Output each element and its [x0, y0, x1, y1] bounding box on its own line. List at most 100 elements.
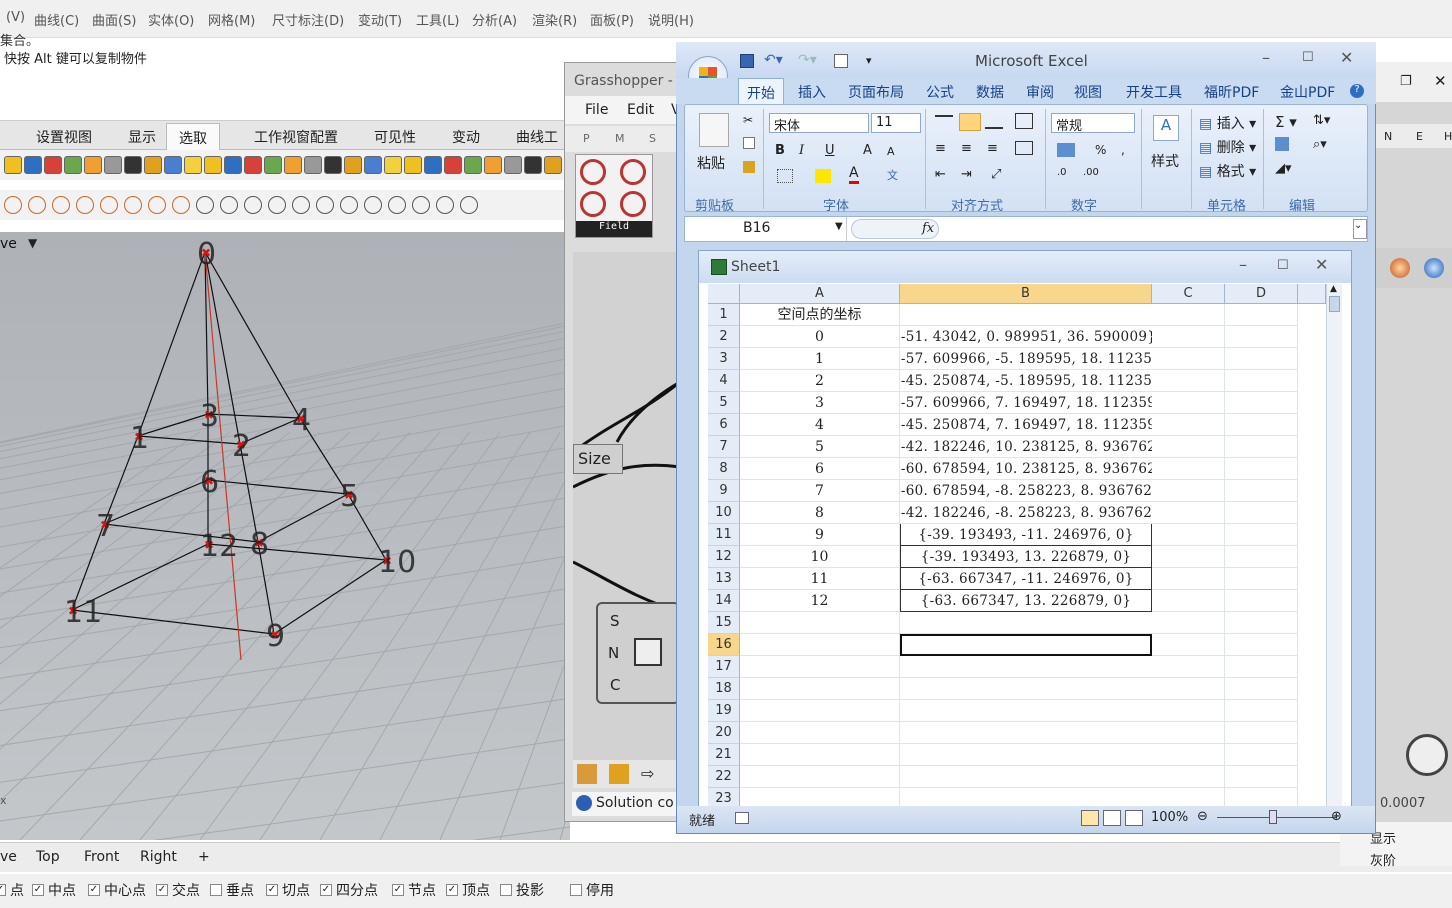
cell-c[interactable] [1152, 788, 1225, 806]
cell-c[interactable] [1152, 392, 1225, 414]
close-icon[interactable]: ✕ [1340, 48, 1353, 67]
cell-a[interactable] [740, 766, 900, 788]
cell-b[interactable]: {-39. 193493, -11. 246976, 0} [900, 524, 1152, 546]
sphere-icon[interactable] [1424, 258, 1444, 278]
toolbar-tool-icon[interactable] [444, 156, 462, 174]
row-header[interactable]: 10 [708, 502, 740, 524]
cell-c[interactable] [1152, 370, 1225, 392]
row-header[interactable]: 19 [708, 700, 740, 722]
row-header[interactable]: 7 [708, 436, 740, 458]
sphere-icon[interactable] [1390, 258, 1410, 278]
cell-a[interactable] [740, 700, 900, 722]
cell-d[interactable] [1225, 546, 1298, 568]
merge-center-icon[interactable] [1015, 141, 1033, 155]
normal-view-icon[interactable] [1081, 810, 1099, 826]
toolbar-tool-icon[interactable] [364, 196, 382, 214]
gh-input-s[interactable]: S [610, 612, 620, 630]
minimize-icon[interactable]: – [1262, 48, 1270, 67]
osnap-checkbox[interactable] [210, 884, 222, 896]
toolbar-tool-icon[interactable] [384, 156, 402, 174]
cell-a[interactable]: 12 [740, 590, 900, 612]
paste-button[interactable]: 粘贴 [697, 153, 725, 173]
rhino-menu-item[interactable]: 尺寸标注(D) [272, 10, 344, 29]
select-all-corner[interactable] [708, 284, 740, 304]
scroll-up-icon[interactable]: ▲ [1330, 284, 1337, 294]
gh-component[interactable]: S N C [596, 602, 680, 704]
toolbar-tool-icon[interactable] [244, 196, 262, 214]
rhino-menu-item[interactable]: 曲线(C) [34, 10, 79, 29]
align-bottom-icon[interactable] [985, 115, 1003, 129]
rhino-menu-item[interactable]: 渲染(R) [532, 10, 577, 29]
ribbon-tab[interactable]: 福昕PDF [1204, 82, 1259, 102]
viewport-tab[interactable]: Right [140, 849, 177, 865]
toolbar-tool-icon[interactable] [464, 156, 482, 174]
copy-icon[interactable] [743, 137, 755, 149]
osnap-checkbox[interactable]: ✓ [0, 884, 6, 896]
rhino-menu-item[interactable]: 网格(M) [208, 10, 255, 29]
sheet-close-icon[interactable]: ✕ [1315, 255, 1328, 274]
delete-cells-button[interactable]: ▤ 删除 ▾ [1199, 137, 1256, 157]
toolbar-tool-icon[interactable] [404, 156, 422, 174]
gh-input-n[interactable]: N [608, 644, 619, 662]
field-icon[interactable] [620, 159, 646, 185]
toolbar-tool-icon[interactable] [164, 156, 182, 174]
gh-box-icon[interactable] [577, 764, 597, 784]
rhino-menu-item[interactable]: 实体(O) [148, 10, 194, 29]
row-header[interactable]: 15 [708, 612, 740, 634]
align-center-icon[interactable]: ≡ [961, 141, 972, 156]
toolbar-tool-icon[interactable] [344, 156, 362, 174]
toolbar-tool-icon[interactable] [324, 156, 342, 174]
cell-a[interactable]: 5 [740, 436, 900, 458]
align-top-icon[interactable] [935, 115, 953, 129]
rhino-tab[interactable]: 显示 [128, 127, 156, 147]
toolbar-tool-icon[interactable] [196, 196, 214, 214]
osnap-toggle[interactable]: ✓ 中心点 [88, 880, 146, 900]
bold-icon[interactable]: B [775, 143, 785, 158]
rhino-menu-item[interactable]: 变动(T) [358, 10, 402, 29]
cell-b[interactable] [900, 612, 1152, 634]
cell-b[interactable]: {-60. 678594, 10. 238125, 8. 936762} [900, 458, 1152, 480]
cell-a[interactable] [740, 634, 900, 656]
cell-d[interactable] [1225, 392, 1298, 414]
osnap-checkbox[interactable]: ✓ [446, 884, 458, 896]
viewport-dropdown-icon[interactable]: ▼ [28, 236, 37, 250]
field-icon[interactable] [620, 191, 646, 217]
vertical-scrollbar[interactable]: ▲ [1326, 284, 1342, 806]
cell-c[interactable] [1152, 634, 1225, 656]
osnap-toggle[interactable]: ✓ 顶点 [446, 880, 490, 900]
cell-b[interactable] [900, 656, 1152, 678]
toolbar-tool-icon[interactable] [84, 156, 102, 174]
osnap-checkbox[interactable]: ✓ [266, 884, 278, 896]
decrease-decimal-icon[interactable]: .00 [1083, 167, 1099, 178]
osnap-toggle[interactable]: 投影 [500, 880, 544, 900]
cell-a[interactable]: 3 [740, 392, 900, 414]
toolbar-tool-icon[interactable] [388, 196, 406, 214]
cell-b[interactable]: {-39. 193493, 13. 226879, 0} [900, 546, 1152, 568]
cell-c[interactable] [1152, 744, 1225, 766]
toolbar-tool-icon[interactable] [340, 196, 358, 214]
gh-graph-icon[interactable] [609, 764, 629, 784]
osnap-checkbox[interactable] [500, 884, 512, 896]
font-color-icon[interactable]: A [849, 165, 859, 184]
toolbar-tool-icon[interactable] [460, 196, 478, 214]
zoom-slider-thumb[interactable] [1269, 810, 1277, 824]
print-preview-icon[interactable] [834, 54, 848, 68]
row-header[interactable]: 4 [708, 370, 740, 392]
toolbar-tool-icon[interactable] [292, 196, 310, 214]
cell-a[interactable] [740, 722, 900, 744]
cell-a[interactable] [740, 656, 900, 678]
scroll-thumb[interactable] [1329, 296, 1340, 312]
toolbar-tool-icon[interactable] [64, 156, 82, 174]
cell-a[interactable]: 1 [740, 348, 900, 370]
cell-c[interactable] [1152, 656, 1225, 678]
rhino-tab[interactable]: 设置视图 [36, 127, 92, 147]
toolbar-tool-icon[interactable] [24, 156, 42, 174]
cell-d[interactable] [1225, 678, 1298, 700]
cell-a[interactable]: 8 [740, 502, 900, 524]
ribbon-tab[interactable]: 审阅 [1026, 82, 1054, 102]
cell-c[interactable] [1152, 722, 1225, 744]
active-cell-b16[interactable] [900, 634, 1152, 656]
gh-arrow-icon[interactable]: ⇨ [641, 764, 661, 784]
sheet-minimize-icon[interactable]: – [1239, 255, 1247, 274]
gh-menu-file[interactable]: File [585, 102, 608, 118]
